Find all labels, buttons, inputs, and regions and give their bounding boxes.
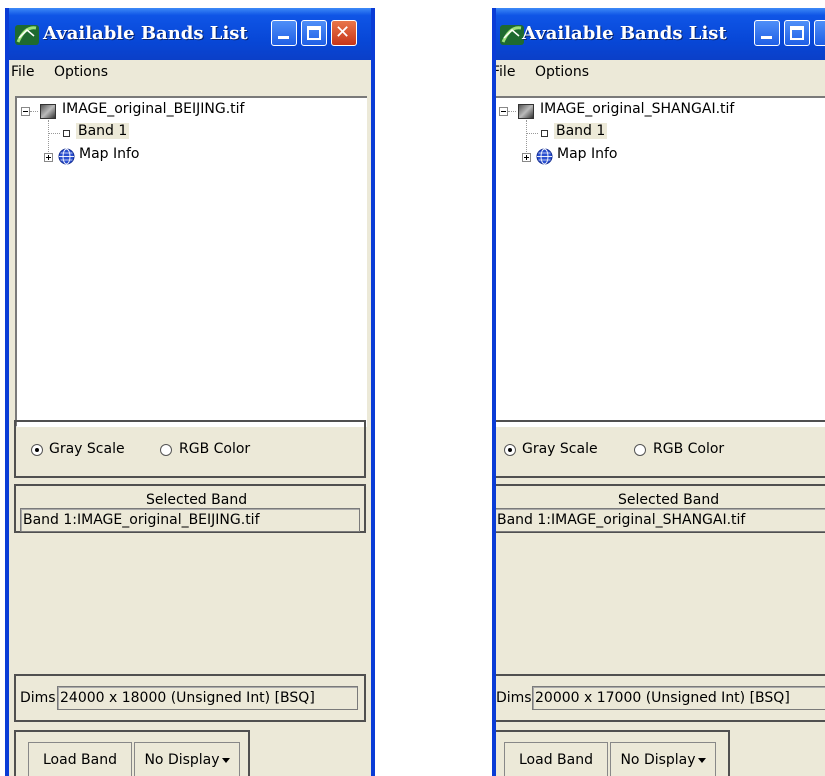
band-tree[interactable]: IMAGE_original_SHANGAI.tif Band 1 Map In… [496, 96, 825, 427]
title-bar[interactable]: Available Bands List ✕ [9, 8, 371, 60]
chevron-down-icon [221, 757, 230, 763]
bands-window-shangai: Available Bands List File Options IMAGE_… [492, 8, 825, 776]
menu-options[interactable]: Options [535, 64, 589, 80]
selected-band-heading: Selected Band [618, 492, 720, 508]
band-icon [63, 130, 70, 137]
maximize-button[interactable] [301, 20, 327, 46]
globe-icon [536, 148, 553, 165]
tree-band-item[interactable]: Band 1 [76, 123, 130, 139]
chevron-down-icon [697, 757, 706, 763]
menu-bar: File Options [9, 60, 371, 86]
color-mode-group: Gray Scale RGB Color [14, 420, 366, 478]
load-band-button[interactable]: Load Band [28, 742, 132, 776]
title-bar[interactable]: Available Bands List [496, 8, 825, 60]
expand-icon[interactable] [44, 153, 53, 162]
minimize-button[interactable] [271, 20, 297, 46]
minimize-icon [761, 36, 772, 39]
dims-group: Dims 20000 x 17000 (Unsigned Int) [BSQ] [496, 674, 825, 722]
action-group: Load Band No Display [14, 730, 250, 776]
image-file-icon [40, 104, 56, 119]
image-file-icon [518, 104, 534, 119]
globe-icon [58, 148, 75, 165]
maximize-icon [790, 26, 804, 40]
rgb-color-label[interactable]: RGB Color [653, 441, 724, 457]
rgb-color-radio[interactable] [634, 444, 646, 456]
gray-scale-radio[interactable] [504, 444, 516, 456]
display-dropdown[interactable]: No Display [610, 742, 716, 776]
selected-band-group: Selected Band Band 1:IMAGE_original_SHAN… [496, 484, 825, 533]
minimize-button[interactable] [754, 20, 780, 46]
rgb-color-label[interactable]: RGB Color [179, 441, 250, 457]
window-title: Available Bands List [43, 23, 248, 44]
action-group: Load Band No Display [496, 730, 730, 776]
tree-mapinfo-item[interactable]: Map Info [79, 146, 140, 162]
rgb-color-radio[interactable] [160, 444, 172, 456]
collapse-icon[interactable] [499, 107, 508, 116]
window-title: Available Bands List [522, 23, 727, 44]
close-button[interactable]: ✕ [331, 20, 357, 46]
dims-field: 20000 x 17000 (Unsigned Int) [BSQ] [532, 686, 825, 710]
envi-app-icon[interactable] [500, 24, 524, 46]
tree-file-item[interactable]: IMAGE_original_BEIJING.tif [62, 101, 244, 117]
gray-scale-radio[interactable] [31, 444, 43, 456]
tree-mapinfo-item[interactable]: Map Info [557, 146, 618, 162]
display-dropdown-label: No Display [620, 752, 696, 768]
load-band-button[interactable]: Load Band [504, 742, 608, 776]
menu-options[interactable]: Options [54, 64, 108, 80]
color-mode-group: Gray Scale RGB Color [496, 420, 825, 478]
menu-bar: File Options [496, 60, 825, 86]
band-icon [541, 130, 548, 137]
bands-window-beijing: Available Bands List ✕ File Options IMAG… [5, 8, 375, 776]
selected-band-field: Band 1:IMAGE_original_BEIJING.tif [20, 508, 360, 532]
band-tree[interactable]: IMAGE_original_BEIJING.tif Band 1 Map In… [15, 96, 367, 427]
tree-file-item[interactable]: IMAGE_original_SHANGAI.tif [540, 101, 734, 117]
expand-icon[interactable] [522, 153, 531, 162]
menu-file[interactable]: File [11, 64, 34, 80]
selected-band-field: Band 1:IMAGE_original_SHANGAI.tif [496, 508, 825, 532]
collapse-icon[interactable] [21, 107, 30, 116]
dims-group: Dims 24000 x 18000 (Unsigned Int) [BSQ] [14, 674, 366, 722]
tree-band-item[interactable]: Band 1 [554, 123, 608, 139]
gray-scale-label[interactable]: Gray Scale [49, 441, 125, 457]
close-icon: ✕ [335, 22, 351, 43]
minimize-icon [278, 36, 289, 39]
display-dropdown-label: No Display [144, 752, 220, 768]
gray-scale-label[interactable]: Gray Scale [522, 441, 598, 457]
close-button-partial[interactable] [814, 20, 825, 46]
menu-file[interactable]: File [496, 64, 515, 80]
maximize-icon [307, 26, 321, 40]
dims-field: 24000 x 18000 (Unsigned Int) [BSQ] [57, 686, 358, 710]
dims-label: Dims [496, 690, 532, 706]
envi-app-icon[interactable] [15, 24, 39, 46]
selected-band-heading: Selected Band [146, 492, 248, 508]
display-dropdown[interactable]: No Display [134, 742, 240, 776]
selected-band-group: Selected Band Band 1:IMAGE_original_BEIJ… [14, 484, 366, 533]
dims-label: Dims [20, 690, 56, 706]
maximize-button[interactable] [784, 20, 810, 46]
